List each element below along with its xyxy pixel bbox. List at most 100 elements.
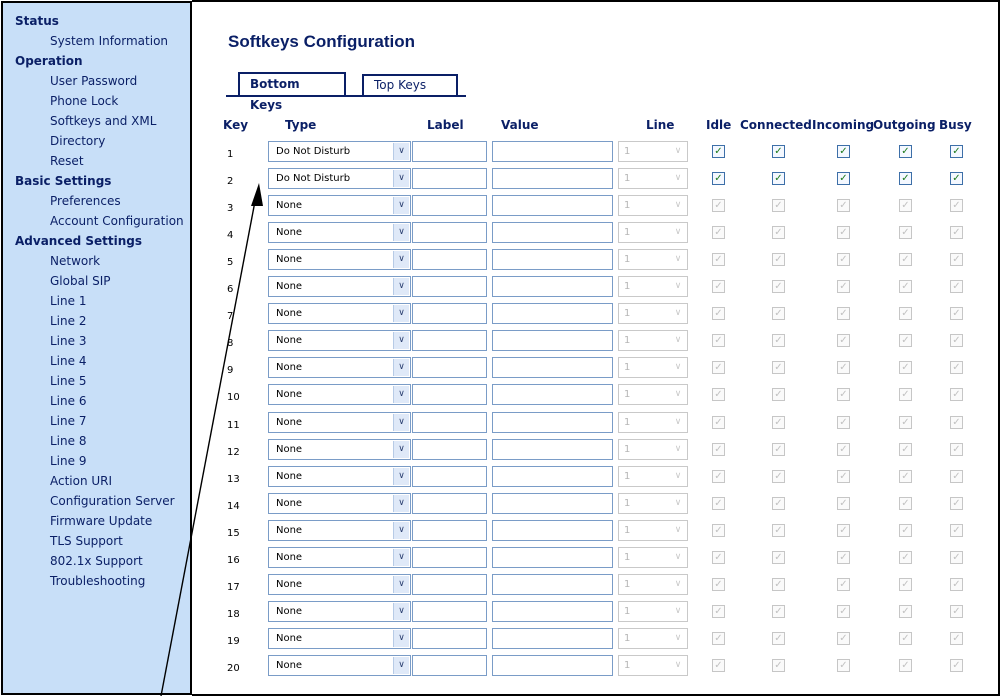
value-input[interactable] [492,492,613,514]
connected-checkbox[interactable]: ✓ [772,145,785,158]
connected-checkbox[interactable]: ✓ [772,658,785,672]
type-select[interactable]: None ∨ [268,600,411,622]
line-select[interactable]: 1 ∨ [618,330,688,352]
outgoing-checkbox[interactable]: ✓ [899,658,912,672]
label-input[interactable] [412,384,487,406]
chevron-down-icon[interactable]: ∨ [393,332,409,350]
idle-checkbox[interactable]: ✓ [712,658,725,672]
sidebar-item-line-4[interactable]: Line 4 [3,351,190,371]
type-select[interactable]: Do Not Disturb ∨ [268,168,411,190]
busy-checkbox[interactable]: ✓ [950,361,963,375]
outgoing-checkbox[interactable]: ✓ [899,604,912,618]
connected-checkbox[interactable]: ✓ [772,361,785,375]
chevron-down-icon[interactable]: ∨ [393,386,409,404]
outgoing-checkbox[interactable]: ✓ [899,469,912,483]
idle-checkbox[interactable]: ✓ [712,226,725,240]
sidebar-item-system-information[interactable]: System Information [3,31,190,51]
line-select[interactable]: 1 ∨ [618,546,688,568]
line-select[interactable]: 1 ∨ [618,411,688,433]
tab-top-keys[interactable]: Top Keys [362,74,458,96]
busy-checkbox[interactable]: ✓ [950,307,963,321]
chevron-down-icon[interactable]: ∨ [670,630,686,647]
chevron-down-icon[interactable]: ∨ [393,656,409,674]
idle-checkbox[interactable]: ✓ [712,469,725,483]
line-select[interactable]: 1 ∨ [618,222,688,244]
sidebar-item-global-sip[interactable]: Global SIP [3,271,190,291]
incoming-checkbox[interactable]: ✓ [837,550,850,564]
idle-checkbox[interactable]: ✓ [712,550,725,564]
incoming-checkbox[interactable]: ✓ [837,172,850,186]
busy-checkbox[interactable]: ✓ [950,523,963,537]
label-input[interactable] [412,438,487,460]
sidebar-item-action-uri[interactable]: Action URI [3,471,190,491]
idle-checkbox[interactable]: ✓ [712,334,725,348]
busy-checkbox[interactable]: ✓ [950,388,963,402]
sidebar-item-directory[interactable]: Directory [3,131,190,151]
line-select[interactable]: 1 ∨ [618,141,688,162]
chevron-down-icon[interactable]: ∨ [670,332,686,349]
line-select[interactable]: 1 ∨ [618,465,688,487]
chevron-down-icon[interactable]: ∨ [670,603,686,620]
value-input[interactable] [492,141,613,162]
busy-checkbox[interactable]: ✓ [950,334,963,348]
label-input[interactable] [412,168,487,190]
type-select[interactable]: None ∨ [268,465,411,487]
connected-checkbox[interactable]: ✓ [772,550,785,564]
chevron-down-icon[interactable]: ∨ [670,495,686,512]
connected-checkbox[interactable]: ✓ [772,631,785,645]
incoming-checkbox[interactable]: ✓ [837,361,850,375]
incoming-checkbox[interactable]: ✓ [837,415,850,429]
chevron-down-icon[interactable]: ∨ [393,575,409,593]
outgoing-checkbox[interactable]: ✓ [899,199,912,213]
label-input[interactable] [412,546,487,568]
label-input[interactable] [412,465,487,487]
incoming-checkbox[interactable]: ✓ [837,631,850,645]
outgoing-checkbox[interactable]: ✓ [899,172,912,186]
chevron-down-icon[interactable]: ∨ [670,441,686,458]
connected-checkbox[interactable]: ✓ [772,307,785,321]
value-input[interactable] [492,276,613,298]
connected-checkbox[interactable]: ✓ [772,469,785,483]
value-input[interactable] [492,357,613,379]
value-input[interactable] [492,384,613,406]
chevron-down-icon[interactable]: ∨ [670,251,686,268]
idle-checkbox[interactable]: ✓ [712,496,725,510]
value-input[interactable] [492,519,613,541]
value-input[interactable] [492,627,613,649]
type-select[interactable]: None ∨ [268,519,411,541]
busy-checkbox[interactable]: ✓ [950,172,963,186]
incoming-checkbox[interactable]: ✓ [837,577,850,591]
chevron-down-icon[interactable]: ∨ [670,386,686,403]
idle-checkbox[interactable]: ✓ [712,172,725,186]
type-select[interactable]: None ∨ [268,303,411,325]
connected-checkbox[interactable]: ✓ [772,415,785,429]
label-input[interactable] [412,330,487,352]
sidebar-item-line-9[interactable]: Line 9 [3,451,190,471]
outgoing-checkbox[interactable]: ✓ [899,496,912,510]
idle-checkbox[interactable]: ✓ [712,604,725,618]
chevron-down-icon[interactable]: ∨ [670,657,686,674]
sidebar-item-line-1[interactable]: Line 1 [3,291,190,311]
value-input[interactable] [492,654,613,676]
sidebar-item-account-configuration[interactable]: Account Configuration [3,211,190,231]
sidebar-item-network[interactable]: Network [3,251,190,271]
idle-checkbox[interactable]: ✓ [712,361,725,375]
label-input[interactable] [412,303,487,325]
incoming-checkbox[interactable]: ✓ [837,280,850,294]
value-input[interactable] [492,303,613,325]
connected-checkbox[interactable]: ✓ [772,496,785,510]
outgoing-checkbox[interactable]: ✓ [899,388,912,402]
value-input[interactable] [492,195,613,217]
chevron-down-icon[interactable]: ∨ [670,143,686,160]
type-select[interactable]: None ∨ [268,411,411,433]
chevron-down-icon[interactable]: ∨ [670,278,686,295]
line-select[interactable]: 1 ∨ [618,276,688,298]
value-input[interactable] [492,465,613,487]
sidebar-item-line-3[interactable]: Line 3 [3,331,190,351]
chevron-down-icon[interactable]: ∨ [393,251,409,269]
incoming-checkbox[interactable]: ✓ [837,658,850,672]
label-input[interactable] [412,222,487,244]
connected-checkbox[interactable]: ✓ [772,388,785,402]
outgoing-checkbox[interactable]: ✓ [899,523,912,537]
connected-checkbox[interactable]: ✓ [772,172,785,186]
